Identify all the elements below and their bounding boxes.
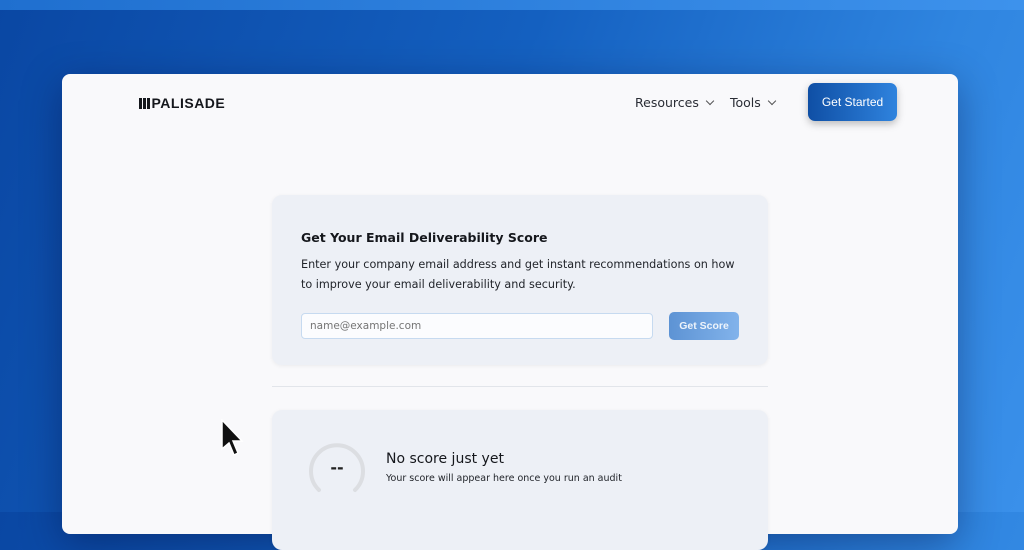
get-score-button[interactable]: Get Score	[669, 312, 739, 340]
score-value: --	[330, 458, 344, 477]
logo-bars-icon	[139, 97, 150, 109]
chevron-down-icon	[767, 96, 777, 105]
nav-resources[interactable]: Resources	[635, 95, 715, 110]
score-result-card: -- No score just yet Your score will app…	[272, 410, 768, 550]
form-title: Get Your Email Deliverability Score	[301, 230, 548, 245]
mouse-cursor-icon	[221, 419, 244, 457]
email-input[interactable]	[301, 313, 653, 339]
get-started-button[interactable]: Get Started	[808, 83, 897, 121]
nav-tools-label: Tools	[730, 95, 761, 110]
divider	[272, 386, 768, 387]
top-bar	[0, 0, 1024, 10]
app-window: PALISADE Resources Tools Get Started Get…	[62, 74, 958, 550]
nav-tools[interactable]: Tools	[730, 95, 777, 110]
logo-text: PALISADE	[151, 95, 226, 111]
no-score-subtitle: Your score will appear here once you run…	[386, 473, 622, 484]
chevron-down-icon	[705, 96, 715, 105]
palisade-logo[interactable]: PALISADE	[139, 95, 225, 111]
nav-resources-label: Resources	[635, 95, 699, 110]
form-description: Enter your company email address and get…	[301, 258, 735, 291]
no-score-title: No score just yet	[386, 451, 504, 467]
score-form-card: Get Your Email Deliverability Score Ente…	[272, 195, 768, 365]
